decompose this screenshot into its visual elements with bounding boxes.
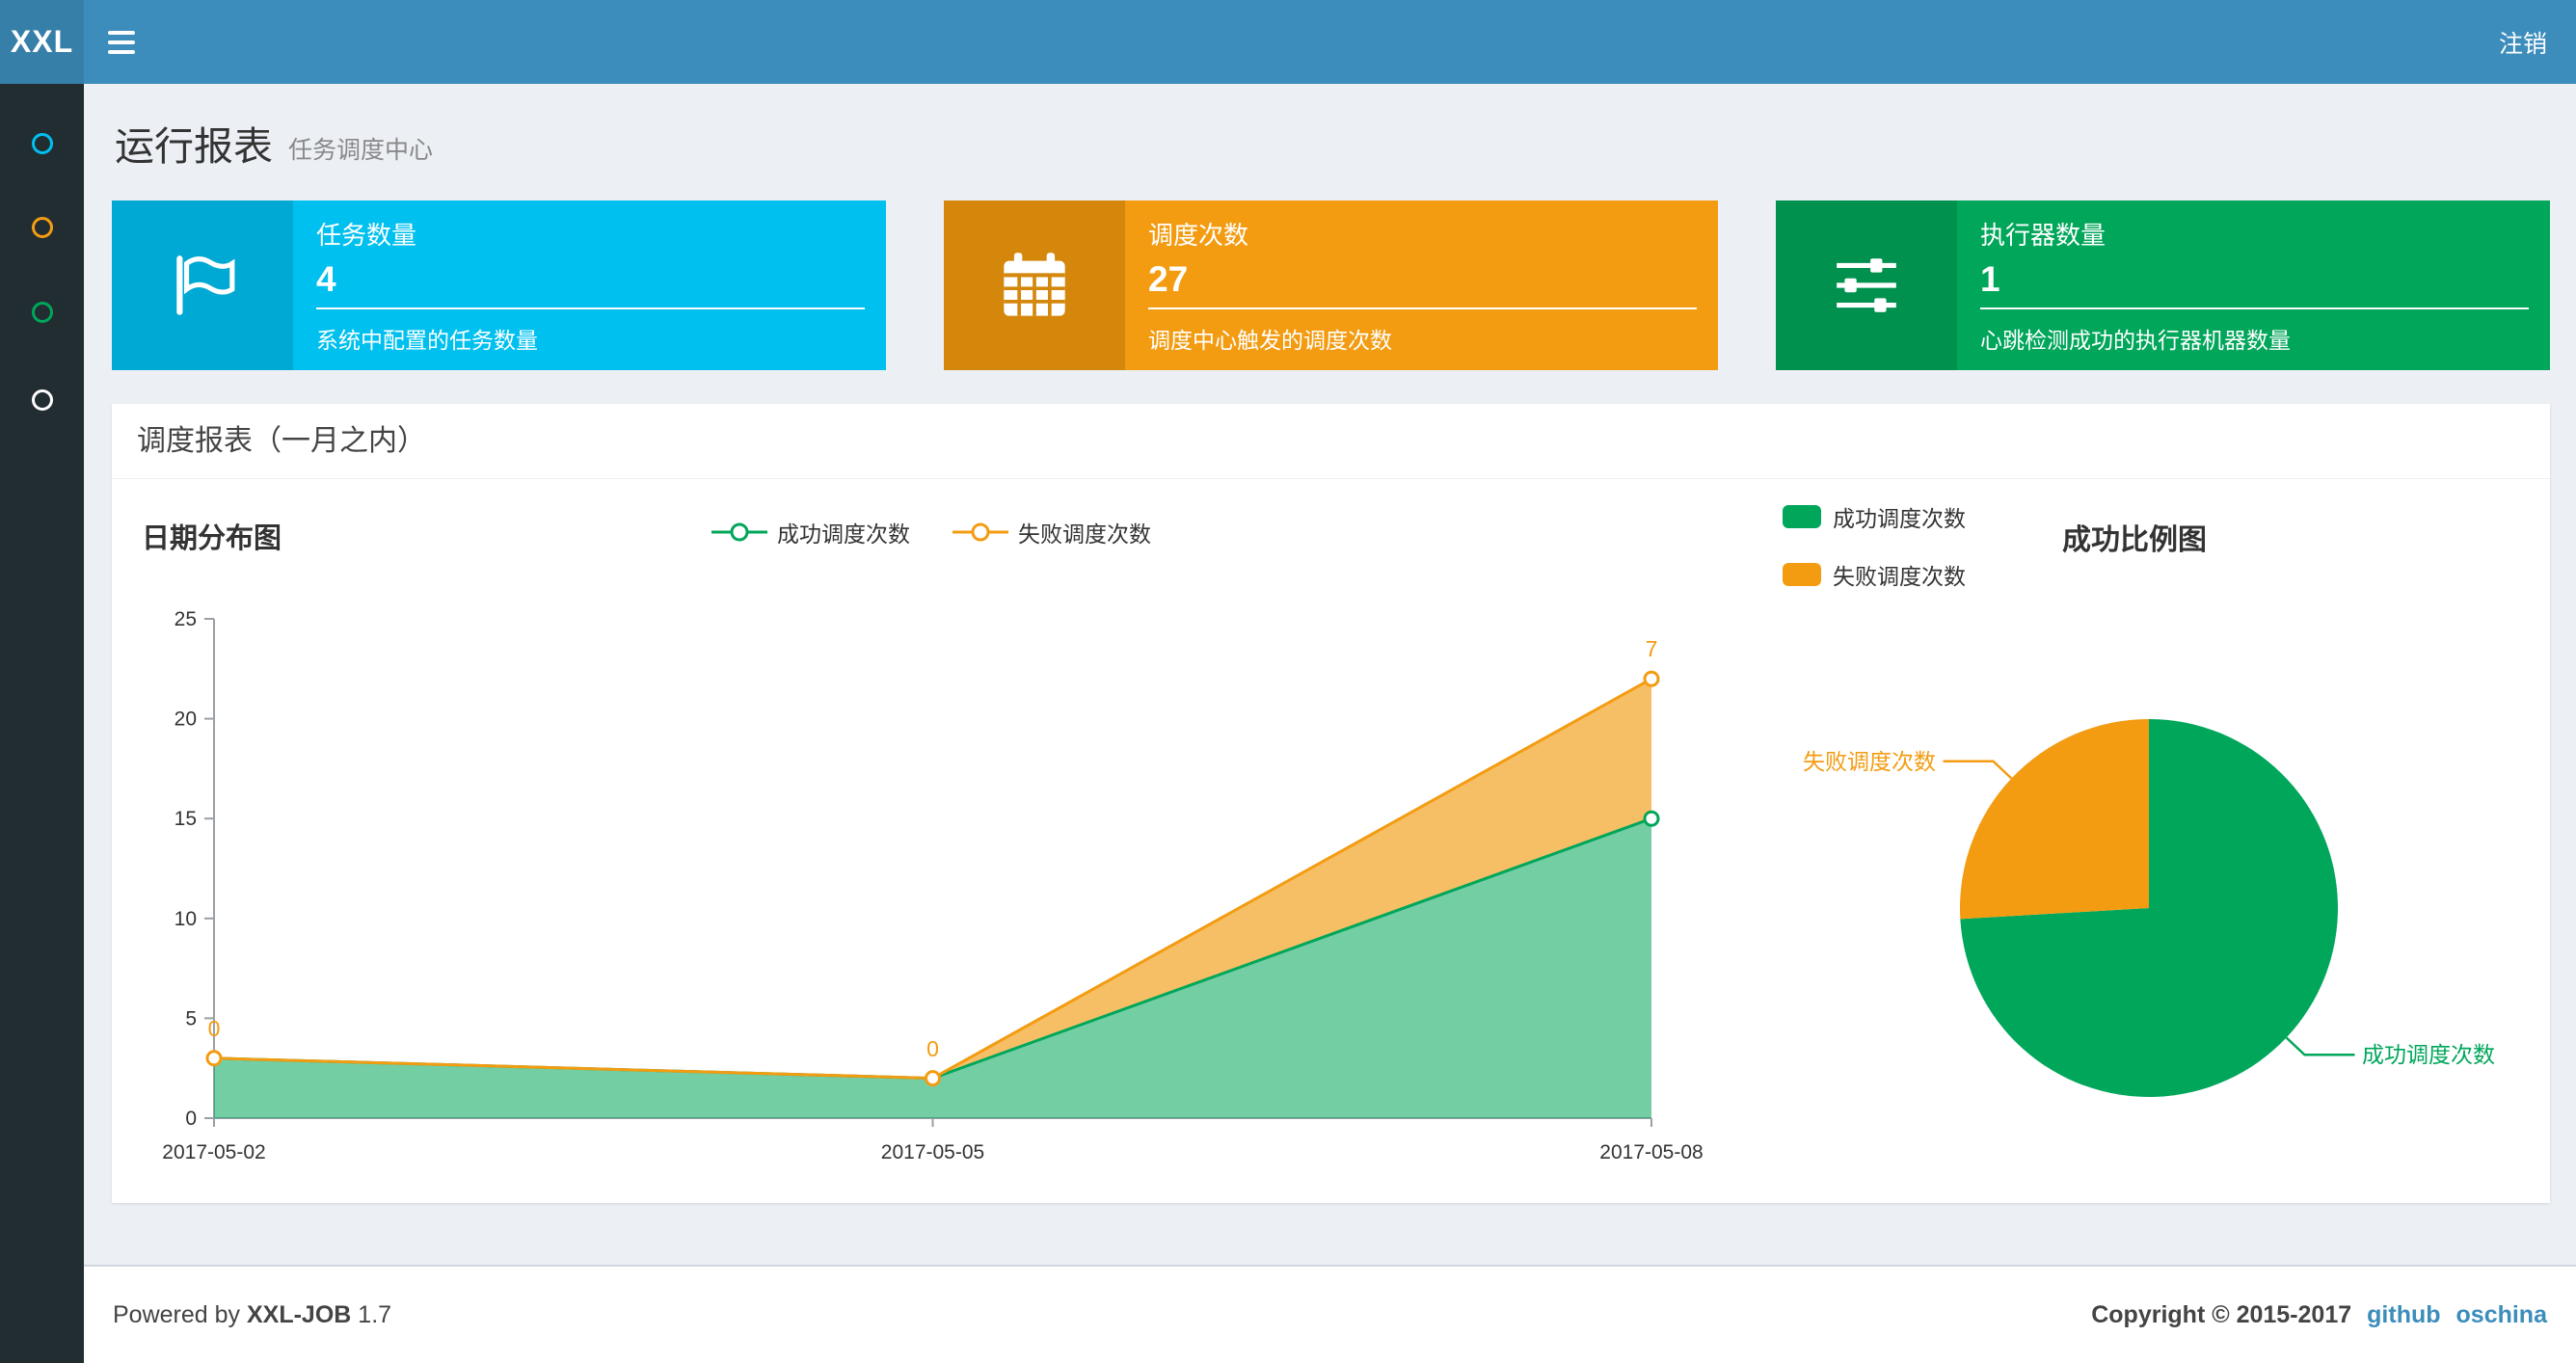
sidebar-item-3[interactable] <box>0 291 84 334</box>
info-box-value: 4 <box>316 259 336 299</box>
info-box-title: 任务数量 <box>316 221 417 250</box>
svg-text:15: 15 <box>174 808 197 830</box>
sidebar-item-4[interactable] <box>0 379 84 421</box>
line-chart-legend: 成功调度次数 失败调度次数 <box>711 516 1151 548</box>
oschina-link[interactable]: oschina <box>2456 1301 2547 1329</box>
success-point-markers <box>1643 810 1660 827</box>
legend-item-fail[interactable]: 失败调度次数 <box>1783 558 1966 591</box>
sidebar-item-2[interactable] <box>0 206 84 249</box>
info-box-jobs: 任务数量 4 系统中配置的任务数量 <box>112 200 886 370</box>
app-logo[interactable]: XXL <box>0 0 84 84</box>
page-subtitle: 任务调度中心 <box>288 136 434 164</box>
info-box-row: 任务数量 4 系统中配置的任务数量 调度次数 27 调度中心触发的调度次数 执行… <box>112 200 2550 370</box>
fail-callout-line <box>1943 760 2013 780</box>
svg-text:2017-05-05: 2017-05-05 <box>881 1141 984 1163</box>
legend-item-success[interactable]: 成功调度次数 <box>711 516 910 548</box>
info-box-triggers: 调度次数 27 调度中心触发的调度次数 <box>944 200 1718 370</box>
svg-text:25: 25 <box>174 608 197 630</box>
powered-by: Powered by XXL-JOB 1.7 <box>113 1300 392 1328</box>
svg-text:7: 7 <box>1646 636 1658 661</box>
line-marker-icon <box>711 522 767 542</box>
legend-swatch-icon <box>1783 563 1821 586</box>
info-box-executors: 执行器数量 1 心跳检测成功的执行器机器数量 <box>1776 200 2550 370</box>
circle-icon <box>31 302 53 323</box>
logout-link[interactable]: 注销 <box>2499 25 2576 60</box>
sliders-icon <box>1776 200 1957 370</box>
sidebar-item-1[interactable] <box>0 122 84 165</box>
y-axis-labels: 0 5 10 15 20 25 <box>174 608 197 1130</box>
legend-swatch-icon <box>1783 505 1821 528</box>
success-callout-label: 成功调度次数 <box>2362 1042 2495 1067</box>
flag-icon <box>112 200 293 370</box>
line-chart: 0 5 10 15 20 25 2017-05-02 2017-05-05 20… <box>162 608 1703 1163</box>
svg-text:10: 10 <box>174 908 197 930</box>
content-header: 运行报表 任务调度中心 <box>84 84 2576 200</box>
info-box-desc: 调度中心触发的调度次数 <box>1148 328 1392 353</box>
x-axis-labels: 2017-05-02 2017-05-05 2017-05-08 <box>162 1141 1703 1163</box>
hamburger-icon <box>108 30 135 35</box>
pie-chart-title: 成功比例图 <box>2062 524 2207 556</box>
svg-text:0: 0 <box>185 1108 197 1130</box>
legend-item-success[interactable]: 成功调度次数 <box>1783 500 1966 533</box>
pie-slice-fail <box>1959 719 2149 920</box>
success-callout-line <box>2285 1036 2355 1056</box>
line-chart-title: 日期分布图 <box>142 523 282 554</box>
info-box-desc: 心跳检测成功的执行器机器数量 <box>1980 328 2291 353</box>
info-box-title: 调度次数 <box>1148 221 1249 250</box>
svg-text:5: 5 <box>185 1007 197 1029</box>
svg-text:0: 0 <box>926 1036 939 1061</box>
report-panel: 调度报表（一月之内） 日期分布图 成功调度次数 失败调度次数 0 5 10 15… <box>112 404 2550 1203</box>
circle-icon <box>31 389 53 411</box>
svg-text:20: 20 <box>174 708 197 731</box>
info-box-title: 执行器数量 <box>1980 221 2106 250</box>
svg-text:0: 0 <box>208 1016 221 1041</box>
sidebar-toggle-button[interactable] <box>84 0 159 84</box>
pie-chart: 失败调度次数 成功调度次数 <box>1803 719 2495 1097</box>
fail-callout-label: 失败调度次数 <box>1803 749 1936 774</box>
sidebar <box>0 84 84 1363</box>
pie-chart-legend: 成功调度次数 失败调度次数 <box>1783 500 1966 616</box>
copyright: Copyright © 2015-2017 <box>2091 1300 2352 1328</box>
line-marker-icon <box>953 522 1008 542</box>
info-box-desc: 系统中配置的任务数量 <box>316 328 538 353</box>
svg-text:2017-05-02: 2017-05-02 <box>162 1141 265 1163</box>
page-title: 运行报表 <box>115 123 273 169</box>
circle-icon <box>31 133 53 154</box>
panel-title: 调度报表（一月之内） <box>112 404 2550 479</box>
github-link[interactable]: github <box>2367 1301 2440 1329</box>
info-box-value: 27 <box>1148 259 1189 299</box>
svg-text:2017-05-08: 2017-05-08 <box>1599 1141 1703 1163</box>
info-box-value: 1 <box>1980 259 2000 299</box>
footer: Powered by XXL-JOB 1.7 Copyright © 2015-… <box>84 1265 2576 1363</box>
navbar: XXL 注销 <box>0 0 2576 84</box>
calendar-icon <box>944 200 1125 370</box>
legend-item-fail[interactable]: 失败调度次数 <box>953 516 1151 548</box>
circle-icon <box>31 217 53 238</box>
